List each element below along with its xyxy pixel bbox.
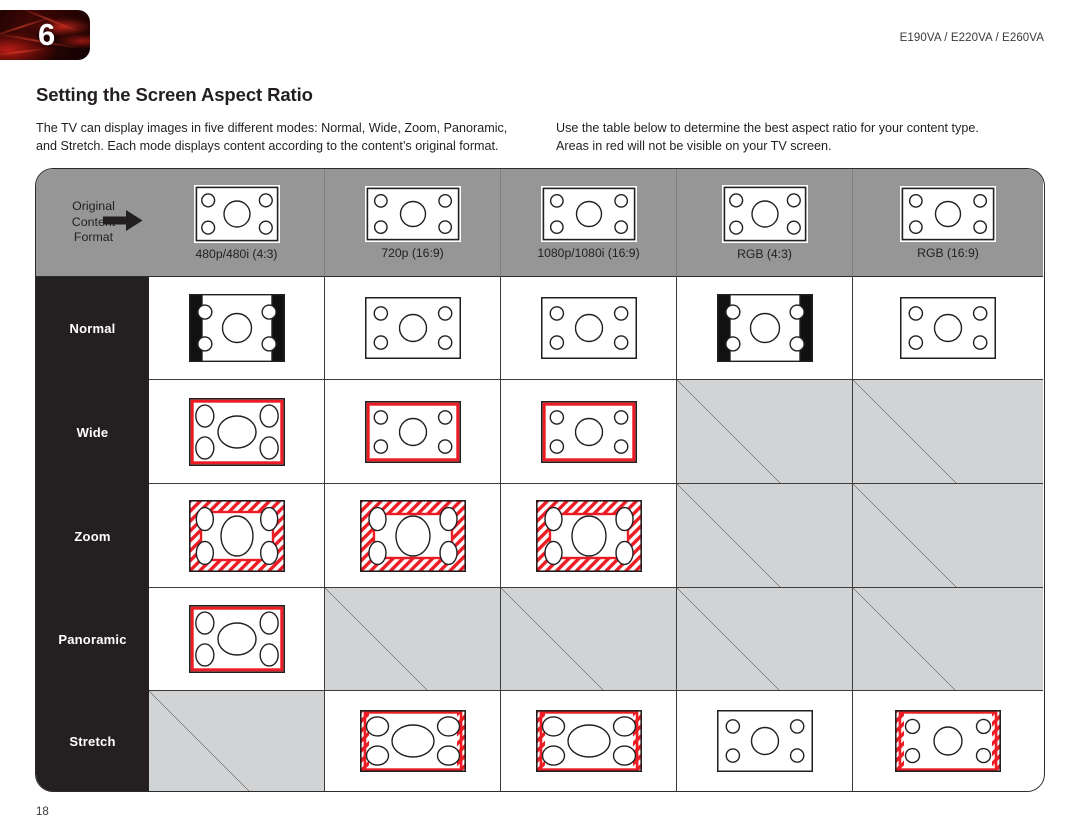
aspect-preview-redborder-wide-43 [188, 605, 285, 673]
cell-unavailable [677, 484, 853, 588]
intro-left-line-1: The TV can display images in five differ… [36, 121, 508, 135]
aspect-preview-plain-169 [716, 710, 813, 772]
cell-preview [149, 277, 325, 380]
cell-unavailable [677, 588, 853, 691]
row-label-zoom: Zoom [36, 484, 149, 588]
cell-preview [149, 484, 325, 588]
cell-unavailable [677, 380, 853, 484]
cell-unavailable [853, 484, 1043, 588]
format-thumbnail-2 [364, 185, 461, 242]
intro-right-line-1: Use the table below to determine the bes… [556, 121, 979, 135]
intro-right-line-2: Areas in red will not be visible on your… [556, 138, 832, 153]
format-thumbnail-4 [721, 184, 808, 243]
cell-unavailable [149, 691, 325, 791]
cell-preview [853, 691, 1043, 791]
cell-preview [149, 380, 325, 484]
cell-preview [853, 277, 1043, 380]
row-label-text: Zoom [74, 528, 111, 544]
cell-preview [501, 277, 677, 380]
aspect-preview-redborder-169 [540, 400, 637, 463]
cell-preview [501, 484, 677, 588]
intro-paragraph-right: Use the table below to determine the bes… [556, 120, 1048, 155]
chapter-number: 6 [38, 17, 56, 52]
aspect-preview-hatch-sides-wide [359, 710, 466, 772]
aspect-ratio-table: Original Content Format 480p/480i (4:3) 72… [35, 168, 1045, 792]
cell-preview [325, 484, 501, 588]
column-header-2: 720p (16:9) [325, 169, 501, 277]
column-header-caption: 720p (16:9) [381, 245, 444, 260]
format-thumbnail-5 [900, 185, 996, 242]
cell-preview [501, 691, 677, 791]
column-header-4: RGB (4:3) [677, 169, 853, 277]
aspect-preview-hatch-zoom-169 [535, 499, 642, 572]
column-header-caption: 480p/480i (4:3) [195, 246, 278, 261]
row-label-normal: Normal [36, 277, 149, 380]
cell-preview [677, 277, 853, 380]
intro-left-line-2: and Stretch. Each mode displays content … [36, 138, 499, 153]
column-header-5: RGB (16:9) [853, 169, 1043, 277]
column-header-caption: 1080p/1080i (16:9) [537, 245, 640, 260]
row-label-text: Stretch [69, 733, 116, 749]
page-title: Setting the Screen Aspect Ratio [36, 84, 313, 105]
row-label-text: Panoramic [58, 632, 127, 647]
column-header-caption: RGB (16:9) [917, 245, 979, 260]
page-number: 18 [36, 806, 49, 818]
row-label-wide: Wide [36, 380, 149, 484]
cell-preview [501, 380, 677, 484]
aspect-preview-plain-169 [540, 297, 637, 359]
aspect-preview-redborder-wide-43 [188, 397, 285, 466]
row-label-text: Wide [76, 424, 109, 440]
column-header-caption: RGB (4:3) [737, 246, 792, 261]
model-numbers: E190VA / E220VA / E260VA [899, 32, 1044, 44]
cell-preview [325, 691, 501, 791]
format-thumbnail-3 [540, 185, 637, 242]
cell-unavailable [501, 588, 677, 691]
aspect-preview-plain-169 [364, 297, 461, 359]
cell-preview [149, 588, 325, 691]
row-label-stretch: Stretch [36, 691, 149, 791]
cell-preview [325, 277, 501, 380]
aspect-preview-hatch-zoom-169 [359, 499, 466, 572]
row-label-panoramic: Panoramic [36, 588, 149, 691]
cell-unavailable [853, 588, 1043, 691]
aspect-preview-plain-169 [900, 297, 996, 359]
intro-paragraph-left: The TV can display images in five differ… [36, 120, 536, 155]
chapter-badge: 6 [0, 10, 90, 60]
aspect-preview-hatch-zoom-43 [188, 499, 285, 572]
aspect-preview-redborder-169 [364, 400, 461, 463]
aspect-ratio-grid: Original Content Format 480p/480i (4:3) 72… [36, 169, 1044, 791]
aspect-preview-pillarbox-43 [188, 294, 285, 362]
cell-preview [325, 380, 501, 484]
cell-preview [677, 691, 853, 791]
column-header-1: 480p/480i (4:3) [103, 169, 325, 277]
format-thumbnail-1 [193, 184, 280, 243]
row-label-text: Normal [69, 321, 116, 336]
aspect-preview-pillarbox-43 [716, 294, 813, 362]
column-header-3: 1080p/1080i (16:9) [501, 169, 677, 277]
cell-unavailable [325, 588, 501, 691]
cell-unavailable [853, 380, 1043, 484]
aspect-preview-hatch-sides-169 [895, 710, 1001, 772]
right-arrow-icon [103, 209, 143, 236]
aspect-preview-hatch-sides-wide [535, 710, 642, 772]
